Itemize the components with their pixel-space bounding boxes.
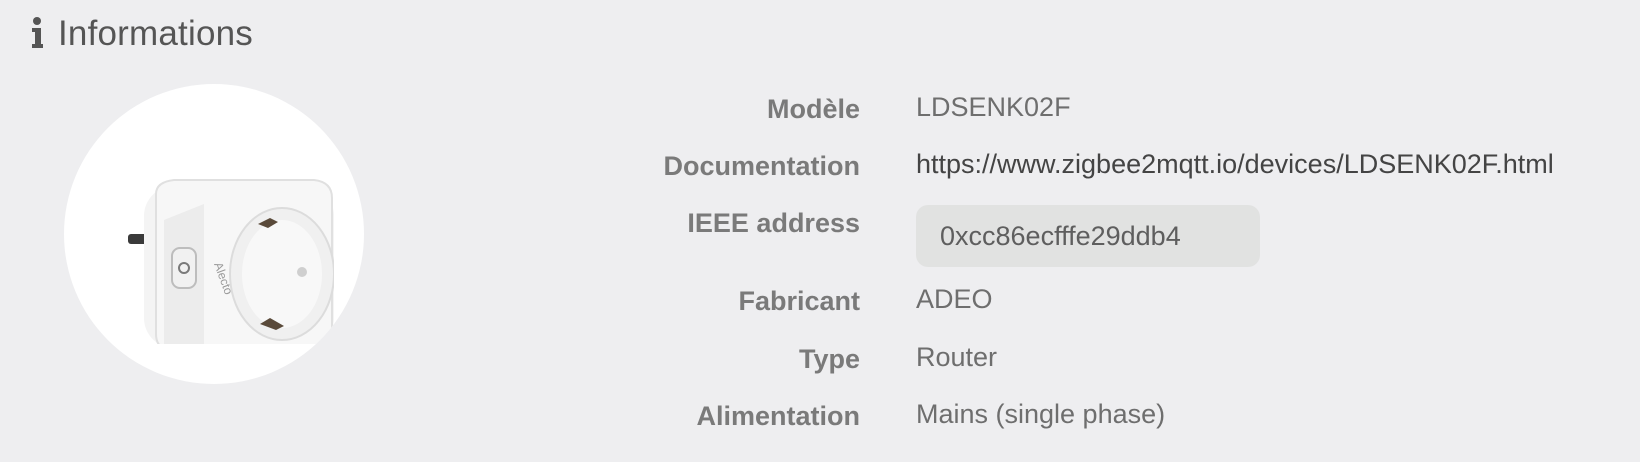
- model-value: LDSENK02F: [916, 92, 1071, 122]
- type-label: Type: [798, 344, 860, 374]
- ieee-address-field[interactable]: 0xcc86ecfffe29ddb4: [916, 205, 1260, 267]
- detail-row-power: Alimentation Mains (single phase): [560, 387, 1630, 447]
- documentation-label: Documentation: [663, 151, 860, 181]
- ieee-address-value: 0xcc86ecfffe29ddb4: [940, 220, 1181, 251]
- manufacturer-label: Fabricant: [738, 286, 860, 316]
- power-source-label: Alimentation: [696, 401, 860, 431]
- detail-row-type: Type Router: [560, 330, 1630, 390]
- documentation-link[interactable]: https://www.zigbee2mqtt.io/devices/LDSEN…: [916, 149, 1554, 180]
- smart-plug-icon: Alecto: [128, 179, 334, 344]
- model-label: Modèle: [766, 94, 860, 124]
- device-image: Alecto: [64, 84, 364, 384]
- section-title: Informations: [58, 14, 253, 53]
- detail-row-manufacturer: Fabricant ADEO: [560, 272, 1630, 332]
- ieee-address-label: IEEE address: [687, 208, 860, 238]
- power-source-value: Mains (single phase): [916, 399, 1166, 429]
- section-header: Informations: [30, 12, 253, 56]
- manufacturer-value: ADEO: [916, 284, 993, 314]
- type-value: Router: [916, 342, 998, 372]
- detail-row-documentation: Documentation https://www.zigbee2mqtt.io…: [560, 137, 1630, 197]
- detail-row-model: Modèle LDSENK02F: [560, 80, 1630, 140]
- info-icon: [30, 17, 44, 51]
